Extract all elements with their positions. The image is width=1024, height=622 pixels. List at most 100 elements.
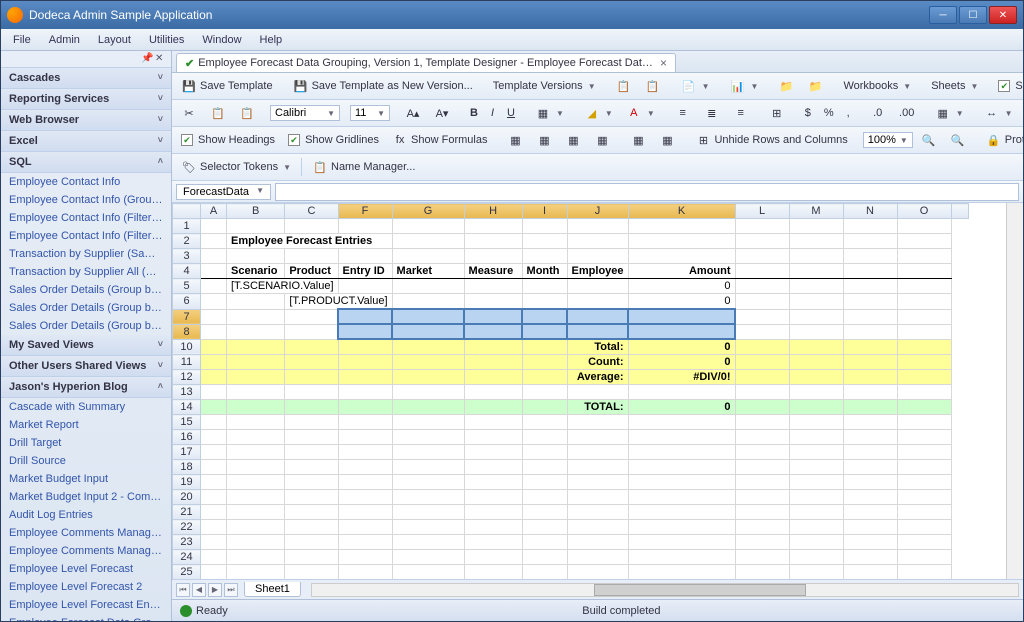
cell-J15[interactable] bbox=[567, 415, 628, 430]
cell-N10[interactable] bbox=[843, 339, 897, 355]
cell-J4[interactable]: Employee bbox=[567, 264, 628, 279]
cell-L7[interactable] bbox=[735, 309, 789, 324]
menu-window[interactable]: Window bbox=[194, 32, 249, 48]
sidebar-item[interactable]: Employee Level Forecast 2 bbox=[1, 578, 171, 596]
cell-H14[interactable] bbox=[464, 400, 522, 415]
cell-N16[interactable] bbox=[843, 430, 897, 445]
cell-F13[interactable] bbox=[338, 385, 392, 400]
cell-A19[interactable] bbox=[201, 475, 227, 490]
comma-button[interactable]: , bbox=[842, 104, 855, 122]
sidebar-item[interactable]: Sales Order Details (Group by Prod... bbox=[1, 281, 171, 299]
sidebar-item[interactable]: Market Budget Input bbox=[1, 470, 171, 488]
cell-H2[interactable] bbox=[464, 234, 522, 249]
tool-icon-3[interactable]: 📄▼ bbox=[676, 75, 715, 97]
bold-button[interactable]: B bbox=[465, 104, 483, 122]
cell-L14[interactable] bbox=[735, 400, 789, 415]
cell-B4[interactable]: Scenario bbox=[227, 264, 285, 279]
cell-O17[interactable] bbox=[897, 445, 951, 460]
row-header-20[interactable]: 20 bbox=[173, 490, 201, 505]
cell-I24[interactable] bbox=[522, 550, 567, 565]
cell-B23[interactable] bbox=[227, 535, 285, 550]
formula-bar[interactable] bbox=[275, 183, 1019, 201]
maximize-button[interactable]: ☐ bbox=[959, 6, 987, 24]
show-gridlines-check[interactable]: ✔Show Gridlines bbox=[283, 131, 384, 149]
cell-N7[interactable] bbox=[843, 309, 897, 324]
tool-icon-4[interactable]: 📊▼ bbox=[725, 75, 764, 97]
cell-C20[interactable] bbox=[285, 490, 338, 505]
cell-K24[interactable] bbox=[628, 550, 735, 565]
cell-C14[interactable] bbox=[285, 400, 338, 415]
cell-A24[interactable] bbox=[201, 550, 227, 565]
cell-F25[interactable] bbox=[338, 565, 392, 580]
zoom-out-button[interactable]: 🔍 bbox=[916, 129, 942, 151]
cell-N21[interactable] bbox=[843, 505, 897, 520]
cell-M18[interactable] bbox=[789, 460, 843, 475]
pin-icon[interactable]: 📌 bbox=[141, 53, 153, 65]
cell-O7[interactable] bbox=[897, 309, 951, 324]
cell-K1[interactable] bbox=[628, 219, 735, 234]
cell-M25[interactable] bbox=[789, 565, 843, 580]
menu-file[interactable]: File bbox=[5, 32, 39, 48]
sidebar-item[interactable]: Employee Contact Info (Filtered by:... bbox=[1, 227, 171, 245]
cell-O22[interactable] bbox=[897, 520, 951, 535]
cell-L17[interactable] bbox=[735, 445, 789, 460]
cell-B1[interactable] bbox=[227, 219, 285, 234]
cell-G17[interactable] bbox=[392, 445, 464, 460]
cell-H8[interactable] bbox=[464, 324, 522, 339]
cell-F5[interactable] bbox=[338, 279, 392, 294]
cell-A16[interactable] bbox=[201, 430, 227, 445]
cell-N20[interactable] bbox=[843, 490, 897, 505]
sidebar-section[interactable]: SQL˄ bbox=[1, 152, 171, 173]
cell-B14[interactable] bbox=[227, 400, 285, 415]
cell-F7[interactable] bbox=[338, 309, 392, 324]
name-manager-button[interactable]: 📋Name Manager... bbox=[307, 156, 420, 178]
sheets-button[interactable]: Sheets▼ bbox=[926, 77, 983, 95]
cell-N13[interactable] bbox=[843, 385, 897, 400]
cell-K7[interactable] bbox=[628, 309, 735, 324]
cell-J25[interactable] bbox=[567, 565, 628, 580]
cell-O19[interactable] bbox=[897, 475, 951, 490]
cell-K18[interactable] bbox=[628, 460, 735, 475]
align-center-button[interactable]: ≣ bbox=[699, 102, 725, 124]
cell-G11[interactable] bbox=[392, 355, 464, 370]
cell-A4[interactable] bbox=[201, 264, 227, 279]
cell-F3[interactable] bbox=[338, 249, 392, 264]
cell-B20[interactable] bbox=[227, 490, 285, 505]
sidebar-item[interactable]: Employee Comments Management bbox=[1, 542, 171, 560]
cell-C18[interactable] bbox=[285, 460, 338, 475]
cell-M6[interactable] bbox=[789, 294, 843, 310]
cell-O13[interactable] bbox=[897, 385, 951, 400]
fill-color-button[interactable]: ◢▼ bbox=[579, 102, 618, 124]
cell-N8[interactable] bbox=[843, 324, 897, 339]
sidebar-item[interactable]: Employee Level Forecast bbox=[1, 560, 171, 578]
menu-help[interactable]: Help bbox=[252, 32, 291, 48]
cell-F12[interactable] bbox=[338, 370, 392, 385]
cell-H19[interactable] bbox=[464, 475, 522, 490]
cell-C10[interactable] bbox=[285, 339, 338, 355]
cell-F17[interactable] bbox=[338, 445, 392, 460]
row-header-24[interactable]: 24 bbox=[173, 550, 201, 565]
grid-tool-1[interactable]: ▦ bbox=[502, 129, 528, 151]
name-box[interactable]: ForecastData▼ bbox=[176, 184, 271, 200]
sidebar-item[interactable]: Transaction by Supplier All (Sample... bbox=[1, 263, 171, 281]
col-header-C[interactable]: C bbox=[285, 204, 338, 219]
cell-I17[interactable] bbox=[522, 445, 567, 460]
sidebar-item[interactable]: Drill Target bbox=[1, 434, 171, 452]
cell-O15[interactable] bbox=[897, 415, 951, 430]
cell-A23[interactable] bbox=[201, 535, 227, 550]
cell-N22[interactable] bbox=[843, 520, 897, 535]
cell-J24[interactable] bbox=[567, 550, 628, 565]
font-size-select[interactable]: 11▼ bbox=[350, 105, 390, 121]
cell-G24[interactable] bbox=[392, 550, 464, 565]
cell-G15[interactable] bbox=[392, 415, 464, 430]
cell-B19[interactable] bbox=[227, 475, 285, 490]
cell-C19[interactable] bbox=[285, 475, 338, 490]
sidebar-item[interactable]: Market Budget Input 2 - Comments bbox=[1, 488, 171, 506]
cell-N5[interactable] bbox=[843, 279, 897, 294]
row-header-7[interactable]: 7 bbox=[173, 309, 201, 324]
sidebar-item[interactable]: Transaction by Supplier (Sample Ba... bbox=[1, 245, 171, 263]
cell-I8[interactable] bbox=[522, 324, 567, 339]
cell-F10[interactable] bbox=[338, 339, 392, 355]
cell-M3[interactable] bbox=[789, 249, 843, 264]
cell-J16[interactable] bbox=[567, 430, 628, 445]
